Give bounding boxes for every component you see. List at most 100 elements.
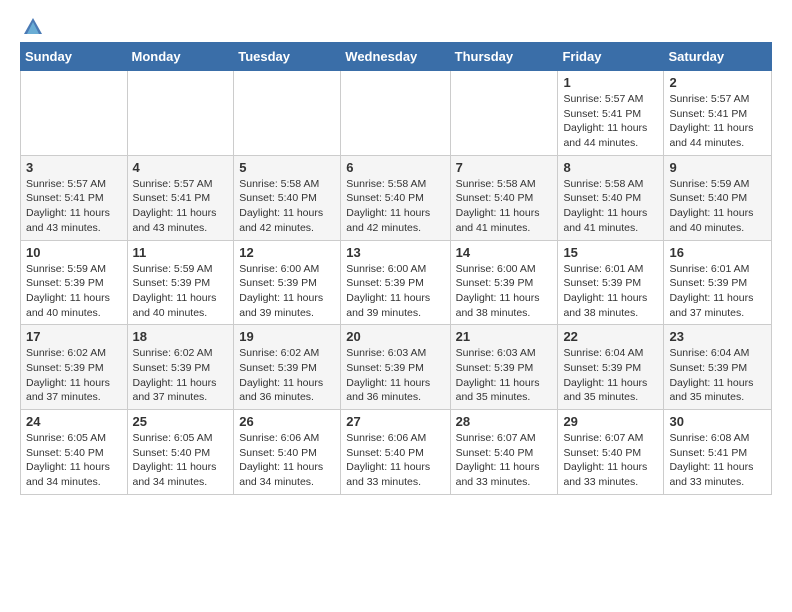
weekday-header-saturday: Saturday <box>664 43 772 71</box>
day-info: Sunrise: 5:58 AM Sunset: 5:40 PM Dayligh… <box>346 177 444 236</box>
weekday-header-row: SundayMondayTuesdayWednesdayThursdayFrid… <box>21 43 772 71</box>
day-info: Sunrise: 6:02 AM Sunset: 5:39 PM Dayligh… <box>239 346 335 405</box>
day-info: Sunrise: 6:06 AM Sunset: 5:40 PM Dayligh… <box>239 431 335 490</box>
logo <box>20 16 44 38</box>
calendar-day-1: 1 Sunrise: 5:57 AM Sunset: 5:41 PM Daylig… <box>558 71 664 156</box>
day-number: 5 <box>239 160 335 175</box>
empty-day <box>450 71 558 156</box>
day-number: 13 <box>346 245 444 260</box>
day-number: 3 <box>26 160 122 175</box>
weekday-header-wednesday: Wednesday <box>341 43 450 71</box>
day-number: 18 <box>133 329 229 344</box>
day-number: 12 <box>239 245 335 260</box>
calendar-week-row: 10 Sunrise: 5:59 AM Sunset: 5:39 PM Dayli… <box>21 240 772 325</box>
calendar-day-10: 10Sunrise: 5:59 AM Sunset: 5:39 PM Dayli… <box>21 240 128 325</box>
day-info: Sunrise: 5:58 AM Sunset: 5:40 PM Dayligh… <box>563 177 658 236</box>
calendar-day-5: 5 Sunrise: 5:58 AM Sunset: 5:40 PM Daylig… <box>234 155 341 240</box>
calendar-day-23: 23Sunrise: 6:04 AM Sunset: 5:39 PM Dayli… <box>664 325 772 410</box>
day-info: Sunrise: 5:58 AM Sunset: 5:40 PM Dayligh… <box>239 177 335 236</box>
day-info: Sunrise: 5:58 AM Sunset: 5:40 PM Dayligh… <box>456 177 553 236</box>
day-info: Sunrise: 6:07 AM Sunset: 5:40 PM Dayligh… <box>456 431 553 490</box>
calendar-week-row: 3 Sunrise: 5:57 AM Sunset: 5:41 PM Daylig… <box>21 155 772 240</box>
weekday-header-friday: Friday <box>558 43 664 71</box>
day-number: 1 <box>563 75 658 90</box>
weekday-header-monday: Monday <box>127 43 234 71</box>
day-info: Sunrise: 6:07 AM Sunset: 5:40 PM Dayligh… <box>563 431 658 490</box>
day-info: Sunrise: 6:06 AM Sunset: 5:40 PM Dayligh… <box>346 431 444 490</box>
day-info: Sunrise: 6:05 AM Sunset: 5:40 PM Dayligh… <box>26 431 122 490</box>
day-info: Sunrise: 5:57 AM Sunset: 5:41 PM Dayligh… <box>563 92 658 151</box>
day-info: Sunrise: 6:00 AM Sunset: 5:39 PM Dayligh… <box>346 262 444 321</box>
calendar-day-26: 26 Sunrise: 6:06 AM Sunset: 5:40 PM Dayli… <box>234 410 341 495</box>
day-number: 20 <box>346 329 444 344</box>
calendar-day-30: 30 Sunrise: 6:08 AM Sunset: 5:41 PM Dayli… <box>664 410 772 495</box>
weekday-header-thursday: Thursday <box>450 43 558 71</box>
day-number: 23 <box>669 329 766 344</box>
day-info: Sunrise: 6:08 AM Sunset: 5:41 PM Dayligh… <box>669 431 766 490</box>
day-info: Sunrise: 6:04 AM Sunset: 5:39 PM Dayligh… <box>563 346 658 405</box>
empty-day <box>341 71 450 156</box>
day-number: 29 <box>563 414 658 429</box>
calendar-day-29: 29 Sunrise: 6:07 AM Sunset: 5:40 PM Dayli… <box>558 410 664 495</box>
day-number: 6 <box>346 160 444 175</box>
logo-area <box>20 16 44 34</box>
empty-day <box>127 71 234 156</box>
day-info: Sunrise: 6:01 AM Sunset: 5:39 PM Dayligh… <box>563 262 658 321</box>
day-number: 9 <box>669 160 766 175</box>
calendar-day-28: 28 Sunrise: 6:07 AM Sunset: 5:40 PM Dayli… <box>450 410 558 495</box>
day-number: 25 <box>133 414 229 429</box>
calendar-day-19: 19 Sunrise: 6:02 AM Sunset: 5:39 PM Dayli… <box>234 325 341 410</box>
calendar-day-2: 2Sunrise: 5:57 AM Sunset: 5:41 PM Daylig… <box>664 71 772 156</box>
calendar-day-12: 12 Sunrise: 6:00 AM Sunset: 5:39 PM Dayli… <box>234 240 341 325</box>
calendar-day-16: 16 Sunrise: 6:01 AM Sunset: 5:39 PM Dayli… <box>664 240 772 325</box>
day-number: 17 <box>26 329 122 344</box>
calendar-day-13: 13 Sunrise: 6:00 AM Sunset: 5:39 PM Dayli… <box>341 240 450 325</box>
empty-day <box>21 71 128 156</box>
logo-icon <box>22 16 44 38</box>
empty-day <box>234 71 341 156</box>
day-number: 22 <box>563 329 658 344</box>
day-number: 27 <box>346 414 444 429</box>
day-info: Sunrise: 6:03 AM Sunset: 5:39 PM Dayligh… <box>456 346 553 405</box>
weekday-header-sunday: Sunday <box>21 43 128 71</box>
day-number: 7 <box>456 160 553 175</box>
day-info: Sunrise: 6:02 AM Sunset: 5:39 PM Dayligh… <box>26 346 122 405</box>
calendar-day-22: 22 Sunrise: 6:04 AM Sunset: 5:39 PM Dayli… <box>558 325 664 410</box>
day-info: Sunrise: 5:57 AM Sunset: 5:41 PM Dayligh… <box>669 92 766 151</box>
day-number: 19 <box>239 329 335 344</box>
calendar-day-20: 20Sunrise: 6:03 AM Sunset: 5:39 PM Dayli… <box>341 325 450 410</box>
day-info: Sunrise: 5:57 AM Sunset: 5:41 PM Dayligh… <box>26 177 122 236</box>
day-info: Sunrise: 6:00 AM Sunset: 5:39 PM Dayligh… <box>239 262 335 321</box>
calendar-day-7: 7 Sunrise: 5:58 AM Sunset: 5:40 PM Daylig… <box>450 155 558 240</box>
day-number: 11 <box>133 245 229 260</box>
day-info: Sunrise: 6:02 AM Sunset: 5:39 PM Dayligh… <box>133 346 229 405</box>
day-info: Sunrise: 6:00 AM Sunset: 5:39 PM Dayligh… <box>456 262 553 321</box>
calendar-day-6: 6 Sunrise: 5:58 AM Sunset: 5:40 PM Daylig… <box>341 155 450 240</box>
calendar-day-11: 11 Sunrise: 5:59 AM Sunset: 5:39 PM Dayli… <box>127 240 234 325</box>
calendar-day-14: 14Sunrise: 6:00 AM Sunset: 5:39 PM Dayli… <box>450 240 558 325</box>
calendar-day-18: 18 Sunrise: 6:02 AM Sunset: 5:39 PM Dayli… <box>127 325 234 410</box>
page: SundayMondayTuesdayWednesdayThursdayFrid… <box>0 0 792 511</box>
calendar-day-25: 25Sunrise: 6:05 AM Sunset: 5:40 PM Dayli… <box>127 410 234 495</box>
day-number: 30 <box>669 414 766 429</box>
calendar-week-row: 24 Sunrise: 6:05 AM Sunset: 5:40 PM Dayli… <box>21 410 772 495</box>
day-number: 16 <box>669 245 766 260</box>
day-number: 10 <box>26 245 122 260</box>
day-number: 28 <box>456 414 553 429</box>
day-info: Sunrise: 6:01 AM Sunset: 5:39 PM Dayligh… <box>669 262 766 321</box>
calendar-day-9: 9Sunrise: 5:59 AM Sunset: 5:40 PM Daylig… <box>664 155 772 240</box>
calendar-day-17: 17 Sunrise: 6:02 AM Sunset: 5:39 PM Dayli… <box>21 325 128 410</box>
calendar-day-4: 4 Sunrise: 5:57 AM Sunset: 5:41 PM Daylig… <box>127 155 234 240</box>
day-info: Sunrise: 5:57 AM Sunset: 5:41 PM Dayligh… <box>133 177 229 236</box>
calendar-week-row: 1 Sunrise: 5:57 AM Sunset: 5:41 PM Daylig… <box>21 71 772 156</box>
calendar-day-24: 24 Sunrise: 6:05 AM Sunset: 5:40 PM Dayli… <box>21 410 128 495</box>
day-number: 4 <box>133 160 229 175</box>
calendar-table: SundayMondayTuesdayWednesdayThursdayFrid… <box>20 42 772 495</box>
day-info: Sunrise: 5:59 AM Sunset: 5:39 PM Dayligh… <box>133 262 229 321</box>
day-number: 21 <box>456 329 553 344</box>
day-number: 26 <box>239 414 335 429</box>
calendar-week-row: 17 Sunrise: 6:02 AM Sunset: 5:39 PM Dayli… <box>21 325 772 410</box>
calendar-day-27: 27 Sunrise: 6:06 AM Sunset: 5:40 PM Dayli… <box>341 410 450 495</box>
day-number: 24 <box>26 414 122 429</box>
calendar-day-15: 15Sunrise: 6:01 AM Sunset: 5:39 PM Dayli… <box>558 240 664 325</box>
